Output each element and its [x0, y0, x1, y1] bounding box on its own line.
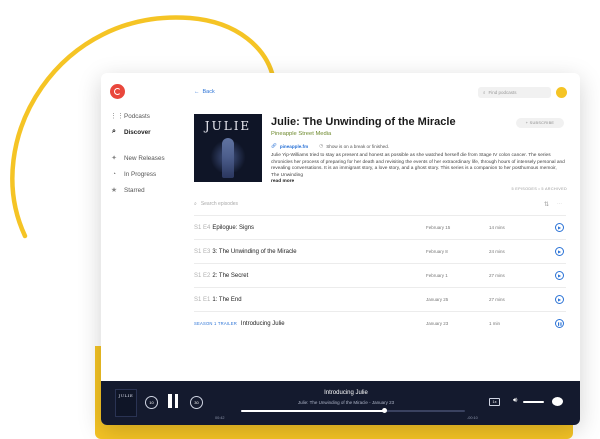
sidebar-item-label: Podcasts	[124, 112, 150, 120]
cover-title: JULIE	[204, 119, 252, 133]
sidebar-item-podcasts[interactable]: ⋮⋮ Podcasts	[110, 109, 150, 123]
episode-duration: 1 min	[489, 321, 501, 326]
arrow-left-icon: ←	[194, 89, 200, 95]
player-cover[interactable]: JULIE	[115, 389, 137, 417]
podcast-description: Julie Yip-Williams tried to stay as pres…	[271, 153, 565, 186]
episode-title: Epilogue: Signs	[212, 224, 255, 231]
app-window: ⋮⋮ Podcasts ⌕ Discover ✦ New Releases ◔ …	[101, 73, 580, 425]
search-placeholder: Find podcasts	[488, 90, 517, 95]
episode-date: February 15	[426, 225, 451, 230]
avatar[interactable]	[556, 87, 567, 98]
volume-slider[interactable]	[523, 401, 544, 403]
episode-duration: 14 mins	[489, 225, 505, 230]
player-episode-title: Introducing Julie	[324, 390, 368, 396]
grid-icon: ⋮⋮	[110, 113, 124, 120]
back-button[interactable]: ← Back	[194, 89, 215, 95]
sidebar: ⋮⋮ Podcasts ⌕ Discover ✦ New Releases ◔ …	[101, 73, 183, 381]
search-icon: ⌕	[194, 201, 197, 207]
episode-title: 2: The Secret	[212, 272, 249, 279]
episode-search-input[interactable]: ⌕ Search episodes	[194, 201, 238, 207]
sidebar-item-label: New Releases	[124, 154, 165, 162]
cover-figure	[222, 138, 234, 178]
sidebar-item-new-releases[interactable]: ✦ New Releases	[110, 151, 165, 165]
episode-search-placeholder: Search episodes	[200, 201, 239, 207]
episode-duration: 27 mins	[489, 297, 505, 302]
cast-icon[interactable]	[552, 397, 563, 406]
episode-date: January 25	[426, 297, 449, 302]
clock-icon: ◷	[319, 143, 324, 148]
volume-icon[interactable]: 🔊︎	[513, 397, 517, 405]
play-icon[interactable]: ▶	[555, 247, 564, 256]
play-icon[interactable]: ▶	[555, 223, 564, 232]
player-episode-subtitle: Julie: The Unwinding of the Miracle - Ja…	[297, 400, 395, 405]
elapsed-time: 00:42	[215, 416, 225, 420]
episode-row[interactable]: S1 E1 1: The End January 25 27 mins ▶	[194, 288, 566, 311]
progress-track[interactable]	[241, 408, 465, 413]
read-more-link[interactable]: read more	[271, 179, 565, 186]
sort-icon[interactable]: ⇅	[544, 201, 549, 208]
episode-title: Introducing Julie	[240, 320, 285, 327]
progress-fill	[241, 410, 385, 412]
sidebar-item-label: In Progress	[124, 170, 157, 178]
podcast-author[interactable]: Pineapple Street Media	[271, 131, 331, 137]
play-icon[interactable]: ▶	[555, 271, 564, 280]
search-input[interactable]: ⌕ Find podcasts	[478, 87, 551, 98]
search-icon: ⌕	[483, 90, 486, 95]
episode-date: January 23	[426, 321, 449, 326]
episode-row[interactable]: S1 E4 Epilogue: Signs February 15 14 min…	[194, 216, 566, 239]
link-icon: 🔗︎	[271, 143, 277, 148]
episode-title: 3: The Unwinding of the Miracle	[212, 248, 297, 255]
episode-row[interactable]: S1 E3 3: The Unwinding of the Miracle Fe…	[194, 240, 566, 263]
episode-number: S1 E2	[194, 272, 211, 279]
podcast-cover: JULIE	[194, 114, 262, 182]
episode-row[interactable]: S1 E2 2: The Secret February 1 27 mins ▶	[194, 264, 566, 287]
star-icon: ★	[110, 187, 118, 194]
more-icon[interactable]: ⋯	[557, 201, 562, 207]
episode-date: February 1	[426, 273, 448, 278]
episode-date: February 8	[426, 249, 448, 254]
sidebar-item-label: Discover	[124, 128, 151, 136]
episode-number: S1 E4	[194, 224, 211, 231]
progress-icon: ◔	[111, 170, 117, 178]
subscribe-button[interactable]: + SUBSCRIBE	[516, 118, 564, 128]
skip-forward-icon[interactable]: 30	[190, 396, 203, 409]
pause-icon[interactable]: ❚❚	[555, 319, 564, 328]
playback-speed-button[interactable]: 1x	[489, 398, 500, 406]
progress-handle[interactable]	[381, 408, 387, 413]
sidebar-item-starred[interactable]: ★ Starred	[110, 183, 145, 197]
remaining-time: -00:10	[467, 416, 478, 420]
trailer-badge: SEASON 1 TRAILER	[194, 321, 237, 326]
app-logo[interactable]	[110, 84, 125, 99]
podcast-title: Julie: The Unwinding of the Miracle	[271, 116, 456, 128]
play-icon[interactable]: ▶	[555, 295, 564, 304]
podcast-meta: 🔗︎ pineapple.fm ◷ Show is on a break or …	[271, 143, 389, 149]
skip-back-icon[interactable]: 10	[145, 396, 158, 409]
back-label: Back	[202, 89, 215, 95]
episode-number: S1 E1	[194, 296, 211, 303]
status-note: Show is on a break or finished.	[326, 143, 390, 149]
episode-row[interactable]: SEASON 1 TRAILER Introducing Julie Janua…	[194, 312, 566, 335]
search-icon: ⌕	[112, 128, 116, 135]
episode-title: 1: The End	[212, 296, 242, 303]
episode-count: 5 EPISODES • 5 ARCHIVED	[511, 187, 567, 191]
sidebar-item-discover[interactable]: ⌕ Discover	[110, 125, 151, 139]
sidebar-item-in-progress[interactable]: ◔ In Progress	[110, 167, 156, 181]
player-bar: JULIE 10 30 Introducing Julie Julie: The…	[101, 381, 580, 425]
player-cover-title: JULIE	[118, 393, 134, 398]
episode-number: S1 E3	[194, 248, 211, 255]
podcast-website-link[interactable]: pineapple.fm	[280, 144, 308, 149]
description-text: Julie Yip-Williams tried to stay as pres…	[271, 153, 565, 178]
episode-duration: 24 mins	[489, 249, 505, 254]
pause-icon[interactable]	[166, 394, 180, 410]
sparkle-icon: ✦	[111, 155, 117, 162]
main-content: ← Back ⌕ Find podcasts JULIE Julie: The …	[183, 73, 580, 381]
sidebar-item-label: Starred	[124, 186, 145, 194]
episode-duration: 27 mins	[489, 273, 505, 278]
